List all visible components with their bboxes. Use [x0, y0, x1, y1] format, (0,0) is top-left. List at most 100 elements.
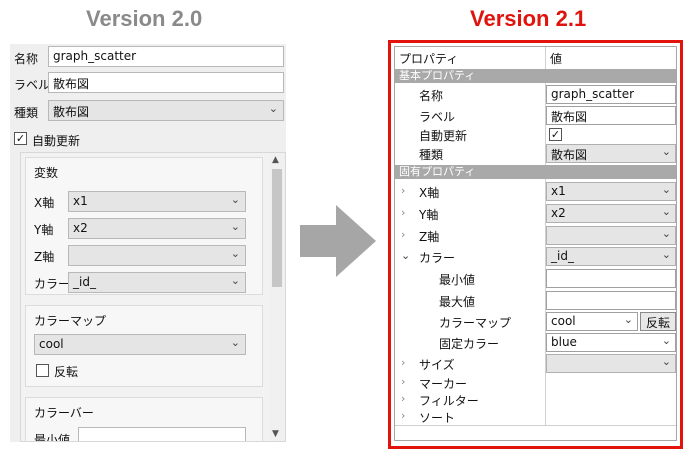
chevron-down-icon: ⌄ [230, 274, 240, 287]
x-axis-value: x1 [551, 184, 566, 198]
chevron-down-icon: ⌄ [661, 248, 671, 261]
z-axis-select[interactable]: ⌄ [546, 226, 676, 245]
chevron-right-icon[interactable]: › [401, 228, 405, 241]
colorbar-group-title: カラーバー [34, 406, 94, 420]
x-axis-select[interactable]: x1 ⌄ [546, 182, 676, 201]
colorbar-group: カラーバー 最小値 [25, 397, 263, 441]
type-select[interactable]: 散布図 ⌄ [546, 144, 676, 163]
prop-row-y-axis[interactable]: › Y軸 x2 ⌄ [395, 203, 676, 224]
variables-group-title: 変数 [34, 166, 59, 180]
y-axis-label: Y軸 [34, 223, 54, 237]
min-input[interactable] [546, 269, 676, 288]
scroll-up-icon[interactable]: ▲ [272, 155, 279, 165]
chevron-down-icon: ⌄ [661, 205, 671, 218]
colorbar-min-input[interactable] [78, 427, 246, 441]
max-label: 最大値 [439, 295, 476, 309]
auto-update-checkbox[interactable]: ✓ [549, 128, 562, 141]
chevron-down-icon: ⌄ [661, 355, 671, 368]
colormap-select[interactable]: cool ⌄ [34, 334, 246, 355]
prop-row-fixed-color: 固定カラー blue ⌄ [395, 332, 676, 353]
name-input[interactable]: graph_scatter [546, 85, 676, 104]
prop-row-z-axis[interactable]: › Z軸 ⌄ [395, 225, 676, 246]
version-2-0-panel: 名称 graph_scatter ラベル 散布図 種類 散布図 ⌄ ✓ 自動更新… [10, 44, 286, 442]
chevron-right-icon[interactable]: › [401, 356, 405, 369]
prop-row-marker[interactable]: › マーカー [395, 374, 676, 391]
chevron-down-icon: ⌄ [661, 145, 671, 158]
vertical-scrollbar[interactable]: ▲ ▼ [269, 153, 285, 441]
color-value: _id_ [73, 275, 96, 289]
marker-label: マーカー [419, 377, 468, 391]
x-axis-value: x1 [73, 194, 88, 208]
type-label: 種類 [14, 106, 39, 120]
prop-row-color[interactable]: ⌄ カラー _id_ ⌄ [395, 246, 676, 267]
chevron-down-icon: ⌄ [268, 102, 278, 115]
type-value: 散布図 [551, 148, 588, 162]
chevron-down-icon: ⌄ [230, 193, 240, 206]
chevron-down-icon: ⌄ [230, 220, 240, 233]
z-axis-label: Z軸 [419, 230, 440, 244]
scroll-down-icon[interactable]: ▼ [272, 429, 279, 439]
sort-label: ソート [419, 411, 456, 425]
colormap-group: カラーマップ cool ⌄ 反転 [25, 305, 263, 387]
prop-row-min: 最小値 [395, 268, 676, 289]
chevron-right-icon[interactable]: › [401, 375, 405, 388]
grid-bottom-divider [395, 425, 676, 426]
auto-update-label: 自動更新 [32, 134, 81, 148]
type-label: 種類 [419, 148, 444, 162]
grid-header: プロパティ 値 [395, 47, 676, 68]
basic-properties-section: 基本プロパティ [395, 69, 676, 83]
label-input[interactable]: 散布図 [48, 72, 284, 93]
chevron-down-icon[interactable]: ⌄ [401, 249, 410, 262]
type-row: 種類 散布図 ⌄ [10, 100, 286, 122]
color-select[interactable]: _id_ ⌄ [546, 247, 676, 266]
y-axis-value: x2 [73, 221, 88, 235]
chevron-down-icon: ⌄ [661, 183, 671, 196]
y-axis-value: x2 [551, 206, 566, 220]
chevron-right-icon[interactable]: › [401, 409, 405, 422]
z-axis-select[interactable]: ⌄ [68, 245, 246, 266]
property-grid: プロパティ 値 基本プロパティ 名称 graph_scatter ラベル 散布図… [394, 46, 677, 441]
y-axis-label: Y軸 [419, 208, 439, 222]
size-label: サイズ [419, 358, 455, 372]
filter-label: フィルター [419, 394, 479, 408]
type-select-value: 散布図 [53, 105, 90, 119]
x-axis-label: X軸 [419, 186, 440, 200]
y-axis-select[interactable]: x2 ⌄ [546, 204, 676, 223]
z-axis-label: Z軸 [34, 250, 55, 264]
reverse-button[interactable]: 反転 [640, 312, 676, 331]
reverse-checkbox[interactable] [36, 364, 49, 377]
prop-row-colormap: カラーマップ cool ⌄ 反転 [395, 311, 676, 332]
fixed-color-select[interactable]: blue ⌄ [546, 333, 676, 352]
color-label: カラー [419, 251, 456, 265]
label-input[interactable]: 散布図 [546, 106, 676, 125]
color-select[interactable]: _id_ ⌄ [68, 272, 246, 293]
chevron-right-icon[interactable]: › [401, 206, 405, 219]
prop-row-filter[interactable]: › フィルター [395, 391, 676, 408]
scrollbar-thumb[interactable] [272, 169, 282, 287]
prop-row-auto-update: 自動更新 ✓ [395, 126, 676, 143]
max-input[interactable] [546, 291, 676, 310]
auto-update-checkbox[interactable]: ✓ [14, 132, 27, 145]
chevron-right-icon[interactable]: › [401, 184, 405, 197]
properties-scroll-area[interactable]: 変数 X軸 x1 ⌄ Y軸 x2 ⌄ Z軸 ⌄ カラー _id_ ⌄ カラーマップ c… [20, 152, 286, 442]
label-label: ラベル [419, 110, 456, 124]
chevron-down-icon: ⌄ [661, 334, 671, 347]
colormap-select[interactable]: cool ⌄ [546, 312, 638, 331]
prop-row-sort[interactable]: › ソート [395, 408, 676, 425]
size-select[interactable]: ⌄ [546, 354, 676, 373]
prop-row-x-axis[interactable]: › X軸 x1 ⌄ [395, 181, 676, 202]
chevron-down-icon: ⌄ [661, 227, 671, 240]
prop-row-size[interactable]: › サイズ ⌄ [395, 353, 676, 374]
check-icon: ✓ [15, 132, 26, 145]
chevron-right-icon[interactable]: › [401, 392, 405, 405]
label-row: ラベル 散布図 [10, 72, 286, 94]
name-input[interactable]: graph_scatter [48, 46, 284, 67]
type-select[interactable]: 散布図 ⌄ [48, 100, 284, 121]
chevron-down-icon: ⌄ [230, 336, 240, 349]
fixed-color-label: 固定カラー [439, 337, 500, 351]
colormap-value: cool [551, 314, 576, 328]
check-icon: ✓ [550, 128, 561, 141]
x-axis-select[interactable]: x1 ⌄ [68, 191, 246, 212]
y-axis-select[interactable]: x2 ⌄ [68, 218, 246, 239]
colormap-group-title: カラーマップ [34, 314, 107, 328]
